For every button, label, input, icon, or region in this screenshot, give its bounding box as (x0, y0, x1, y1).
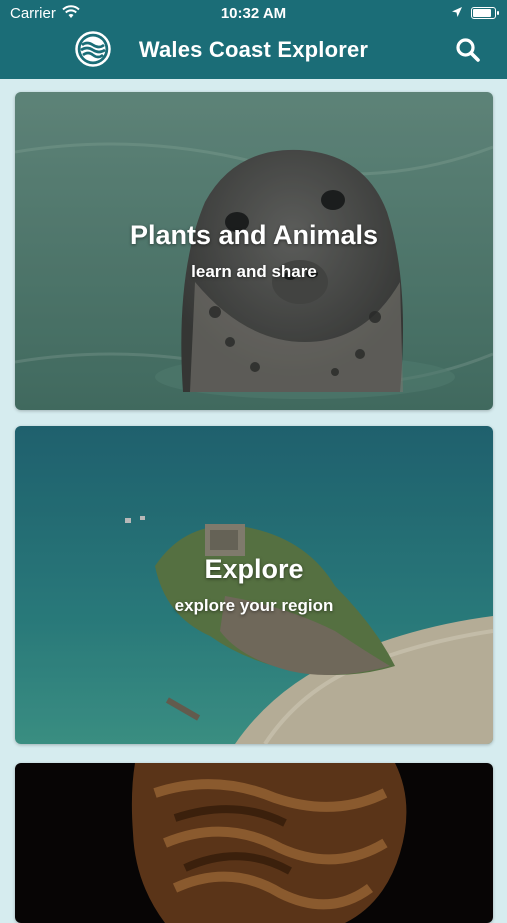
card-subtitle: learn and share (191, 262, 317, 281)
battery-icon (471, 7, 499, 19)
nav-bar: Wales Coast Explorer (0, 28, 507, 79)
explore-card[interactable]: Explore explore your region (15, 426, 493, 744)
card-overlay (15, 92, 493, 410)
clock: 10:32 AM (220, 5, 287, 22)
sculpture-photo (15, 763, 493, 923)
status-bar: Carrier 10:32 AM (0, 0, 507, 28)
card-title: Plants and Animals (129, 220, 379, 250)
sculpture-card[interactable] (15, 763, 493, 923)
search-icon[interactable] (455, 37, 481, 63)
card-title: Explore (204, 554, 304, 584)
card-subtitle: explore your region (174, 596, 334, 615)
card-overlay (15, 426, 493, 744)
app-header: Carrier 10:32 AM Wales Coast Explorer (0, 0, 507, 79)
location-arrow-icon (452, 7, 462, 17)
plants-and-animals-card[interactable]: Plants and Animals learn and share (15, 92, 493, 410)
page-title: Wales Coast Explorer (138, 37, 369, 62)
